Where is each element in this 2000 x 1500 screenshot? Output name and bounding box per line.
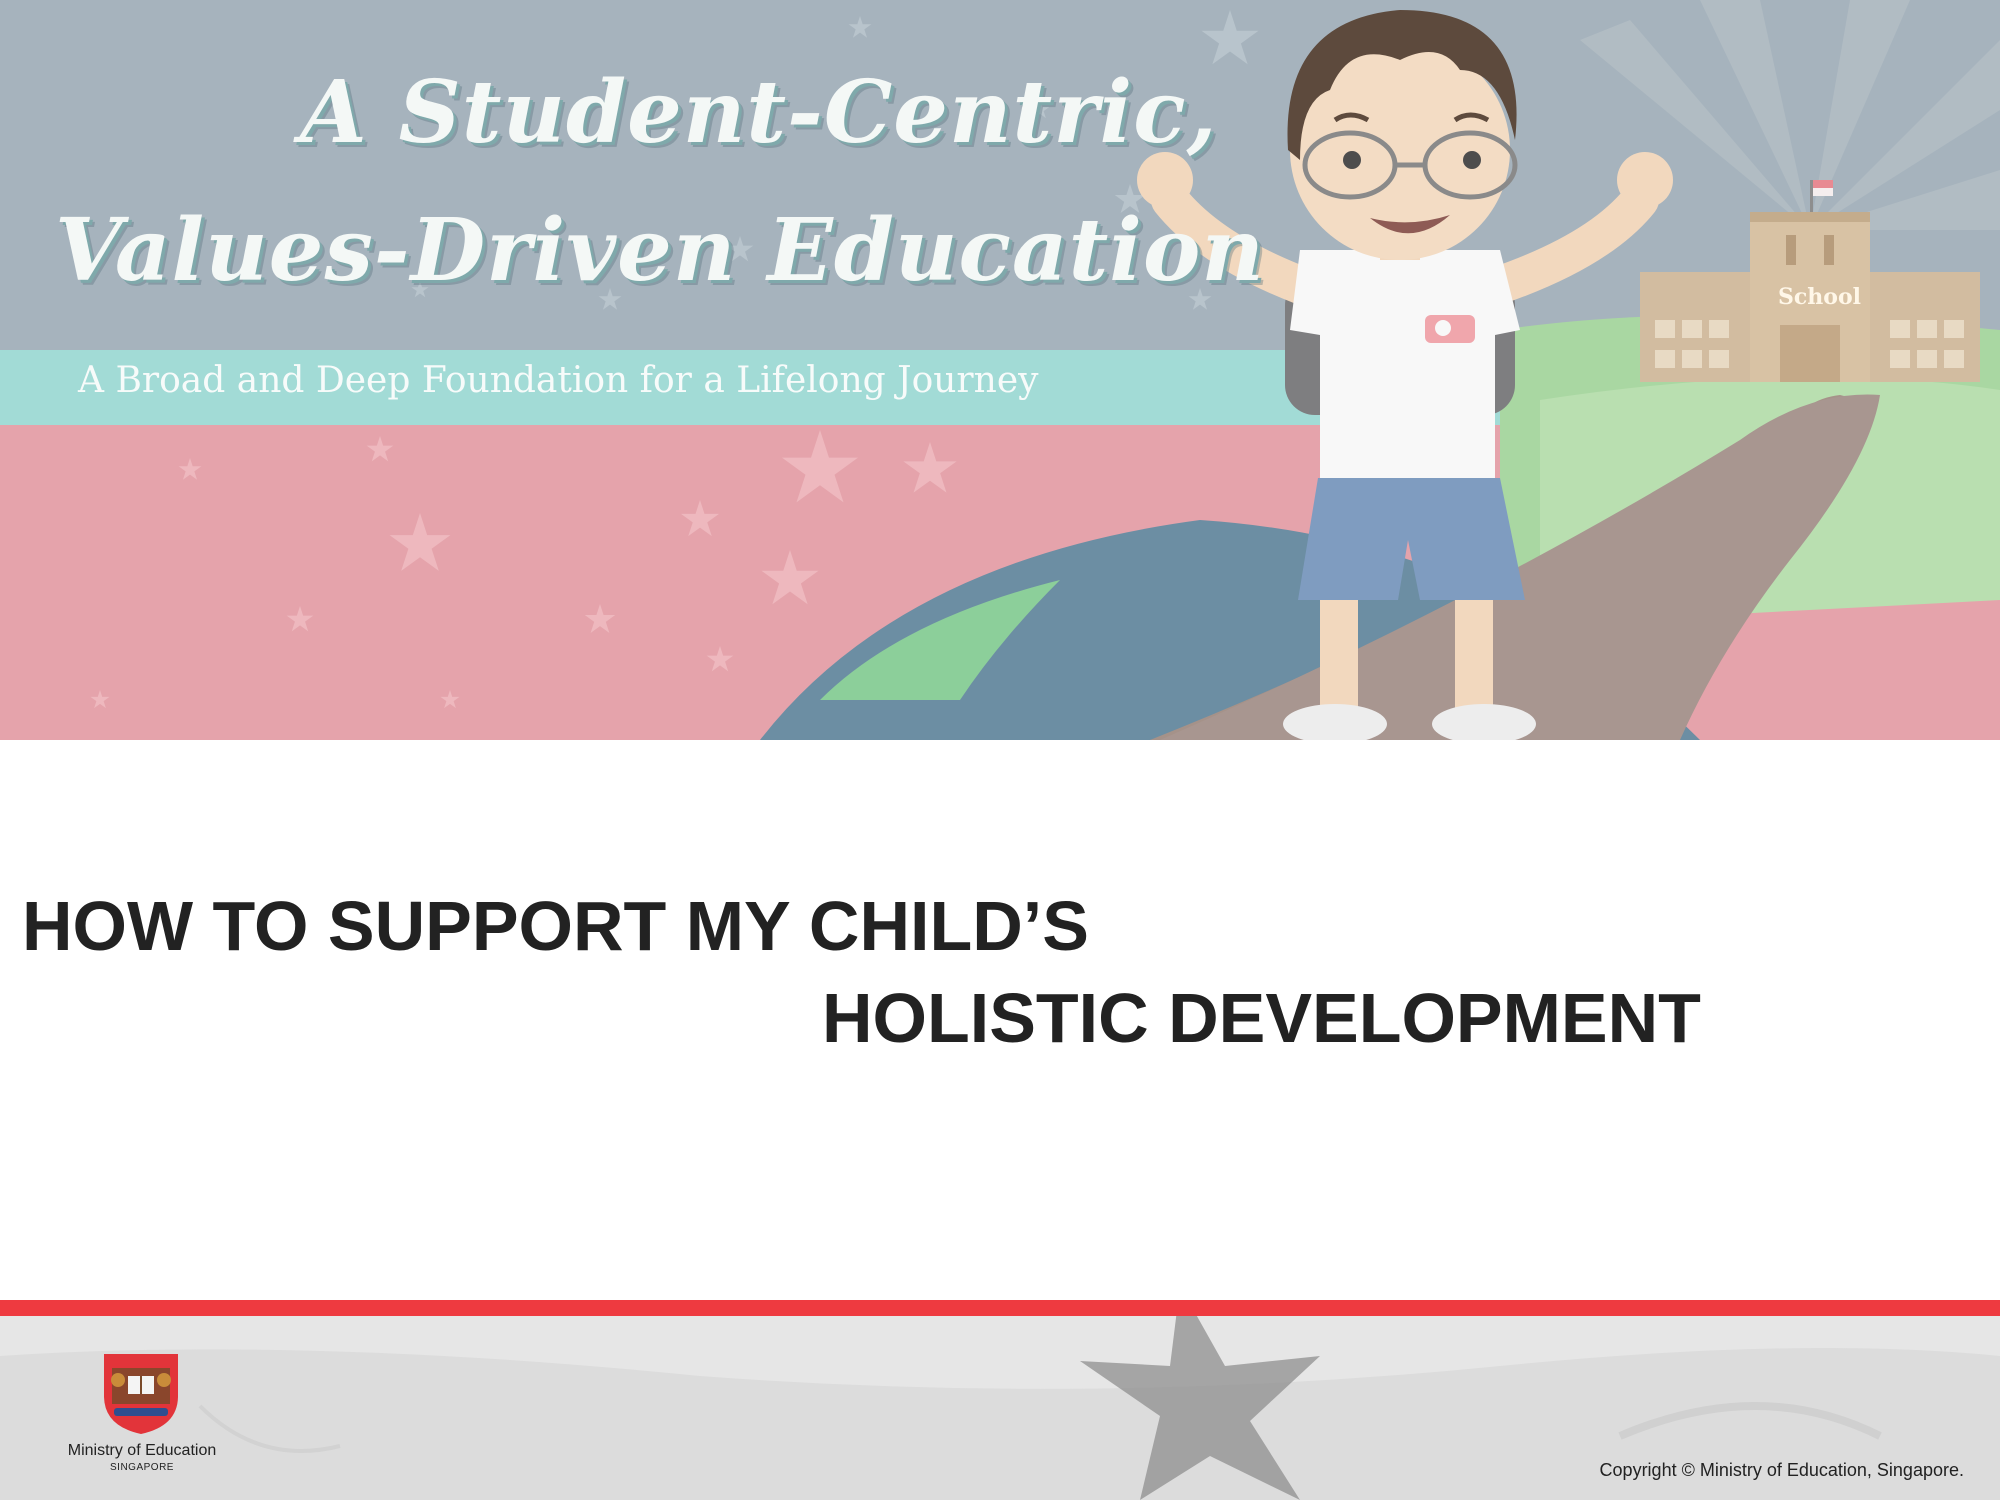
footer: Ministry of Education SINGAPORE Copyrigh… [0,1316,2000,1500]
star-icon [178,458,202,480]
banner-headline-line2: Values-Driven Education [55,200,1265,301]
star-icon [286,606,314,632]
slide: School A Student-Centric, Values-Driven … [0,0,2000,1500]
ministry-name: Ministry of Education [67,1442,217,1459]
star-icon [389,513,451,571]
star-icon [366,436,394,462]
ministry-country: SINGAPORE [110,1462,174,1473]
star-icon [680,500,720,537]
moe-crest-icon [104,1354,178,1434]
star-icon [584,604,616,633]
star-icon [706,646,734,672]
star-icon [1201,10,1259,65]
star-icon [903,442,957,493]
star-icon [781,430,859,503]
page-title-line1: HOW TO SUPPORT MY CHILD’S [22,887,1089,965]
star-icon [848,16,872,38]
star-icon [90,690,110,709]
star-icon [761,550,819,605]
hero-banner: School A Student-Centric, Values-Driven … [0,0,2000,740]
page-title-line2: HOLISTIC DEVELOPMENT [822,979,1701,1057]
school-sign-text: School [1778,284,1861,310]
footer-divider [0,1300,2000,1316]
banner-headline-line1: A Student-Centric, [300,62,1218,163]
star-icon [440,690,460,709]
copyright-notice: Copyright © Ministry of Education, Singa… [1599,1460,1964,1480]
banner-tagline: A Broad and Deep Foundation for a Lifelo… [78,360,1039,401]
